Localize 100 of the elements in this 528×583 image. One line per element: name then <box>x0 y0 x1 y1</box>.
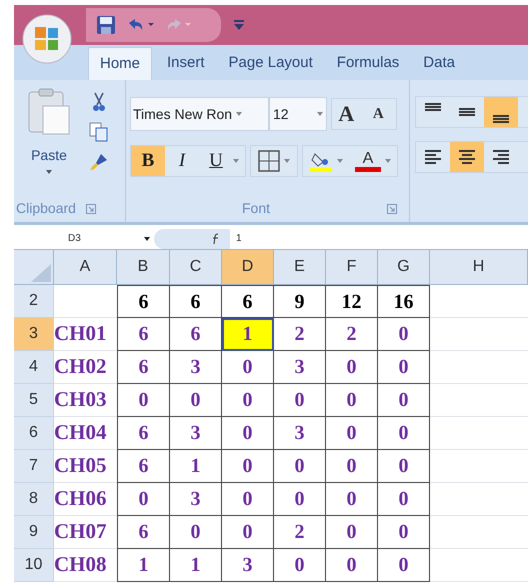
table-cell: 16 <box>378 285 430 318</box>
font-size-dropdown[interactable]: 12 <box>269 97 327 131</box>
table-cell: 3 <box>170 483 222 516</box>
underline-button[interactable]: U <box>199 146 233 176</box>
row-header[interactable]: 2 <box>14 285 54 318</box>
align-left-icon <box>425 150 441 164</box>
table-cell: 3 <box>222 549 274 582</box>
name-box[interactable]: D3 <box>14 228 154 249</box>
column-header[interactable]: F <box>326 250 378 285</box>
table-cell: 0 <box>378 384 430 417</box>
table-cell: 0 <box>378 450 430 483</box>
copy-icon[interactable] <box>89 122 109 142</box>
row-header[interactable]: 7 <box>14 450 54 483</box>
row-header[interactable]: 5 <box>14 384 54 417</box>
table-cell: 0 <box>326 417 378 450</box>
table-cell: 0 <box>222 483 274 516</box>
table-cell: 0 <box>378 318 430 351</box>
table-cell: 0 <box>326 351 378 384</box>
table-cell: 0 <box>222 516 274 549</box>
table-cell: CH03 <box>54 384 117 417</box>
table-cell: CH06 <box>54 483 117 516</box>
row-header[interactable]: 8 <box>14 483 54 516</box>
ribbon-tab[interactable]: Home <box>88 47 152 80</box>
dropdown-arrow-icon <box>46 170 52 174</box>
column-header[interactable]: C <box>170 250 222 285</box>
group-label: Clipboard <box>16 199 76 218</box>
grow-font-button[interactable]: A <box>338 103 360 125</box>
align-right-icon <box>493 150 509 164</box>
column-header[interactable]: B <box>117 250 170 285</box>
borders-button[interactable] <box>250 145 298 177</box>
column-header[interactable]: E <box>274 250 326 285</box>
clipboard-icon <box>27 88 71 136</box>
table-cell: 1 <box>170 549 222 582</box>
table-cell: 0 <box>170 384 222 417</box>
table-cell: CH05 <box>54 450 117 483</box>
align-bottom-icon <box>493 115 509 123</box>
italic-button[interactable]: I <box>165 146 199 176</box>
font-name-dropdown[interactable]: Times New Ron <box>130 97 269 131</box>
row-header[interactable]: 4 <box>14 351 54 384</box>
table-cell: 0 <box>274 483 326 516</box>
align-center-icon <box>459 150 475 164</box>
ribbon-tab[interactable]: Page Layout <box>220 47 322 80</box>
dropdown-arrow-icon <box>337 159 343 163</box>
table-cell: 2 <box>326 318 378 351</box>
column-header[interactable]: G <box>378 250 430 285</box>
table-cell: 0 <box>326 549 378 582</box>
column-header[interactable]: D <box>222 250 274 285</box>
dropdown-arrow-icon <box>233 159 239 163</box>
table-cell: 0 <box>326 384 378 417</box>
table-cell: 0 <box>274 450 326 483</box>
table-cell: 0 <box>117 483 170 516</box>
row-header[interactable]: 3 <box>14 318 54 351</box>
column-header[interactable]: H <box>430 250 528 285</box>
formula-field[interactable]: 1 <box>230 231 242 246</box>
align-center-button[interactable] <box>450 142 484 172</box>
table-cell: 2 <box>274 318 326 351</box>
ribbon-tab[interactable]: Data <box>414 47 464 80</box>
table-cell: 1 <box>117 549 170 582</box>
shrink-font-button[interactable]: A <box>372 106 390 122</box>
customize-dropdown-icon[interactable] <box>233 19 245 31</box>
row-header[interactable]: 9 <box>14 516 54 549</box>
table-cell: 0 <box>222 417 274 450</box>
color-bar-icon <box>355 166 381 172</box>
cell-reference: D3 <box>68 232 81 246</box>
row-header[interactable]: 10 <box>14 549 54 582</box>
format-painter-icon[interactable] <box>89 152 109 172</box>
table-cell: 0 <box>117 384 170 417</box>
table-cell: 0 <box>170 516 222 549</box>
table-cell: 1 <box>170 450 222 483</box>
align-bottom-button[interactable] <box>484 97 518 127</box>
align-top-icon <box>425 103 441 111</box>
group-label: Font <box>242 199 270 218</box>
save-icon[interactable] <box>96 15 116 35</box>
table-cell: 6 <box>170 285 222 318</box>
bold-button[interactable]: B <box>131 146 165 176</box>
row-header[interactable]: 6 <box>14 417 54 450</box>
table-cell: CH01 <box>54 318 117 351</box>
paste-button[interactable]: Paste <box>14 80 84 195</box>
table-cell: 0 <box>326 516 378 549</box>
table-cell: 6 <box>117 318 170 351</box>
dropdown-arrow-icon <box>317 112 323 116</box>
table-cell: 3 <box>274 351 326 384</box>
ribbon-tab[interactable]: Insert <box>158 47 214 80</box>
table-cell: CH04 <box>54 417 117 450</box>
table-cell: 6 <box>117 516 170 549</box>
table-cell: 2 <box>274 516 326 549</box>
table-cell: CH02 <box>54 351 117 384</box>
table-cell: 0 <box>326 450 378 483</box>
font-color-letter: A <box>362 150 374 166</box>
scissors-icon[interactable] <box>92 92 106 112</box>
borders-icon <box>258 150 280 172</box>
table-cell: 0 <box>378 483 430 516</box>
dropdown-arrow-icon <box>385 159 391 163</box>
table-cell: 0 <box>378 417 430 450</box>
table-cell: 0 <box>378 351 430 384</box>
table-cell: 9 <box>274 285 326 318</box>
ribbon-tab[interactable]: Formulas <box>328 47 408 80</box>
column-header[interactable]: A <box>54 250 117 285</box>
dropdown-arrow-icon <box>144 236 150 240</box>
table-cell: 3 <box>170 351 222 384</box>
